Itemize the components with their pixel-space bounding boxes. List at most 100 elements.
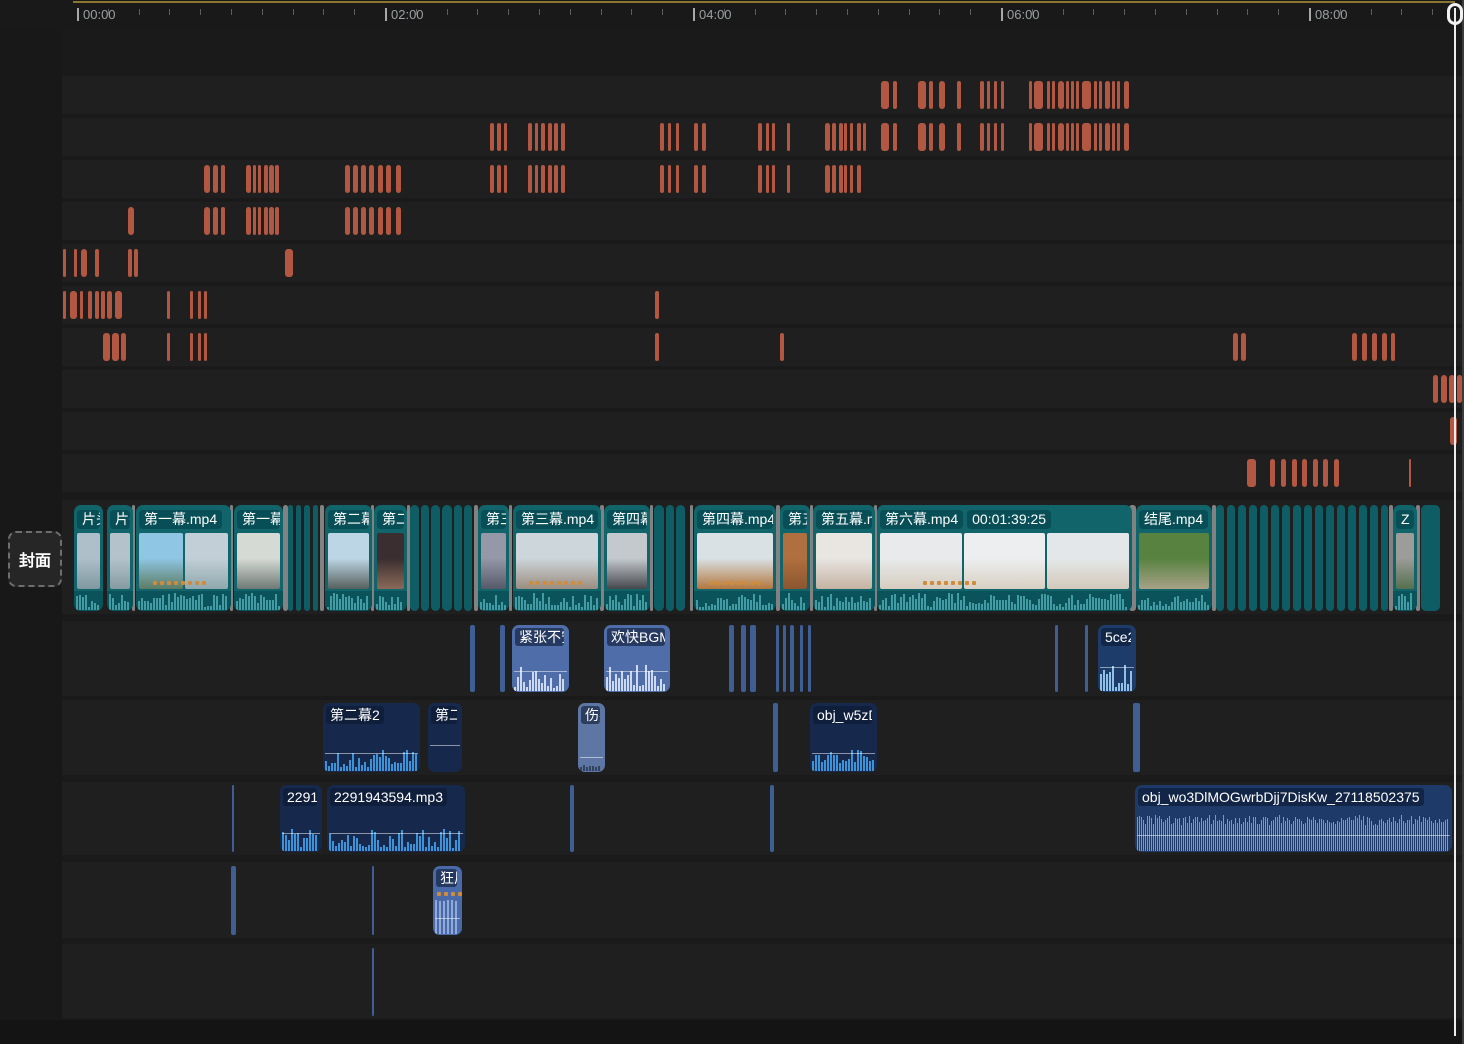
subtitle-clip[interactable] bbox=[1076, 81, 1079, 109]
audio-clip[interactable]: 2291943594.mp3 bbox=[280, 785, 322, 852]
subtitle-clip[interactable] bbox=[863, 123, 866, 151]
subtitle-clip[interactable] bbox=[1094, 123, 1097, 151]
audio-clip-fragment[interactable] bbox=[1055, 625, 1058, 692]
subtitle-clip[interactable] bbox=[844, 165, 847, 193]
subtitle-clip[interactable] bbox=[1066, 123, 1069, 151]
subtitle-clip[interactable] bbox=[780, 333, 784, 361]
video-clip[interactable]: 第三幕.mp4 bbox=[513, 505, 601, 611]
subtitle-clip[interactable] bbox=[1409, 459, 1411, 487]
subtitle-clip[interactable] bbox=[63, 249, 66, 277]
subtitle-clip[interactable] bbox=[112, 333, 119, 361]
video-clip[interactable]: 片头 bbox=[107, 505, 133, 611]
subtitle-clip[interactable] bbox=[88, 291, 92, 319]
subtitle-clip[interactable] bbox=[95, 291, 99, 319]
video-clip-fragment[interactable] bbox=[1293, 505, 1301, 611]
subtitle-clip[interactable] bbox=[396, 207, 401, 235]
subtitle-clip[interactable] bbox=[1082, 123, 1091, 151]
subtitle-clip[interactable] bbox=[504, 123, 507, 151]
subtitle-clip[interactable] bbox=[107, 291, 112, 319]
subtitle-clip[interactable] bbox=[246, 207, 251, 235]
subtitle-clip[interactable] bbox=[1034, 123, 1043, 151]
subtitle-clip[interactable] bbox=[213, 165, 218, 193]
subtitle-clip[interactable] bbox=[994, 123, 997, 151]
video-clip[interactable]: 第二幕 bbox=[374, 505, 407, 611]
subtitle-clip[interactable] bbox=[1058, 123, 1064, 151]
subtitle-clip[interactable] bbox=[655, 333, 659, 361]
audio-clip[interactable]: 5ce2 bbox=[1098, 625, 1136, 692]
audio-clip-fragment[interactable] bbox=[776, 625, 779, 692]
subtitle-clip[interactable] bbox=[1334, 459, 1339, 487]
subtitle-clip[interactable] bbox=[1124, 81, 1129, 109]
video-clip-fragment[interactable] bbox=[1381, 505, 1388, 611]
subtitle-clip[interactable] bbox=[204, 333, 207, 361]
subtitle-clip[interactable] bbox=[378, 207, 383, 235]
audio-clip-fragment[interactable] bbox=[770, 785, 774, 852]
audio-clip[interactable]: 伤感 bbox=[578, 703, 605, 772]
subtitle-clip[interactable] bbox=[1001, 123, 1004, 151]
subtitle-clip[interactable] bbox=[1433, 375, 1438, 403]
subtitle-clip[interactable] bbox=[1076, 123, 1079, 151]
video-clip-fragment[interactable] bbox=[1282, 505, 1290, 611]
subtitle-clip[interactable] bbox=[987, 81, 990, 109]
subtitle-clip[interactable] bbox=[1047, 123, 1050, 151]
subtitle-clip[interactable] bbox=[190, 291, 193, 319]
subtitle-clip[interactable] bbox=[204, 165, 210, 193]
audio-clip[interactable]: 紧张不安 bbox=[512, 625, 569, 692]
subtitle-clip[interactable] bbox=[190, 333, 193, 361]
subtitle-clip[interactable] bbox=[361, 165, 366, 193]
subtitle-clip[interactable] bbox=[548, 165, 552, 193]
subtitle-clip[interactable] bbox=[167, 291, 170, 319]
subtitle-clip[interactable] bbox=[1323, 459, 1328, 487]
subtitle-clip[interactable] bbox=[258, 165, 261, 193]
video-clip-fragment[interactable] bbox=[304, 505, 310, 611]
video-clip-fragment[interactable] bbox=[1249, 505, 1257, 611]
subtitle-clip[interactable] bbox=[1066, 81, 1069, 109]
subtitle-clip[interactable] bbox=[1382, 333, 1387, 361]
video-clip-fragment[interactable] bbox=[1370, 505, 1378, 611]
subtitle-clip[interactable] bbox=[504, 165, 507, 193]
subtitle-clip[interactable] bbox=[80, 291, 83, 319]
audio-clip-fragment[interactable] bbox=[570, 785, 574, 852]
video-clip-fragment[interactable] bbox=[410, 505, 419, 611]
subtitle-clip[interactable] bbox=[213, 207, 218, 235]
subtitle-clip[interactable] bbox=[1094, 81, 1097, 109]
video-clip[interactable]: 第五幕.mp4 bbox=[813, 505, 875, 611]
audio-clip-fragment[interactable] bbox=[500, 625, 505, 692]
subtitle-clip[interactable] bbox=[353, 165, 358, 193]
video-clip[interactable]: 片头 bbox=[74, 505, 103, 611]
audio-clip-fragment[interactable] bbox=[372, 866, 374, 935]
subtitle-clip[interactable] bbox=[103, 333, 110, 361]
subtitle-clip[interactable] bbox=[167, 333, 170, 361]
subtitle-clip[interactable] bbox=[285, 249, 293, 277]
subtitle-clip[interactable] bbox=[81, 249, 87, 277]
subtitle-clip[interactable] bbox=[839, 165, 843, 193]
subtitle-clip[interactable] bbox=[1270, 459, 1275, 487]
subtitle-clip[interactable] bbox=[1313, 459, 1318, 487]
subtitle-clip[interactable] bbox=[1082, 81, 1091, 109]
subtitle-clip[interactable] bbox=[881, 123, 889, 151]
playhead-handle[interactable] bbox=[1447, 3, 1463, 25]
video-clip-fragment[interactable] bbox=[666, 505, 674, 611]
video-clip-fragment[interactable] bbox=[1337, 505, 1345, 611]
subtitle-clip[interactable] bbox=[850, 123, 853, 151]
video-clip-fragment[interactable] bbox=[1260, 505, 1268, 611]
subtitle-clip[interactable] bbox=[850, 165, 853, 193]
subtitle-clip[interactable] bbox=[264, 165, 268, 193]
video-clip[interactable]: 第六幕.mp400:01:39:25 bbox=[877, 505, 1132, 611]
subtitle-clip[interactable] bbox=[939, 81, 945, 109]
video-clip[interactable]: 第二幕.mp4 bbox=[325, 505, 372, 611]
video-clip-fragment[interactable] bbox=[421, 505, 429, 611]
subtitle-clip[interactable] bbox=[101, 291, 105, 319]
subtitle-clip[interactable] bbox=[1112, 123, 1115, 151]
video-clip[interactable]: 第一幕.mp4 bbox=[234, 505, 283, 611]
subtitle-clip[interactable] bbox=[766, 123, 769, 151]
subtitle-clip[interactable] bbox=[1099, 81, 1102, 109]
subtitle-clip[interactable] bbox=[987, 123, 990, 151]
audio-clip-fragment[interactable] bbox=[773, 703, 778, 772]
video-clip-fragment[interactable] bbox=[1421, 505, 1440, 611]
subtitle-clip[interactable] bbox=[881, 81, 889, 109]
subtitle-clip[interactable] bbox=[660, 165, 664, 193]
subtitle-clip[interactable] bbox=[378, 165, 383, 193]
cover-button[interactable]: 封面 bbox=[8, 531, 62, 587]
audio-clip-fragment[interactable] bbox=[750, 625, 756, 692]
